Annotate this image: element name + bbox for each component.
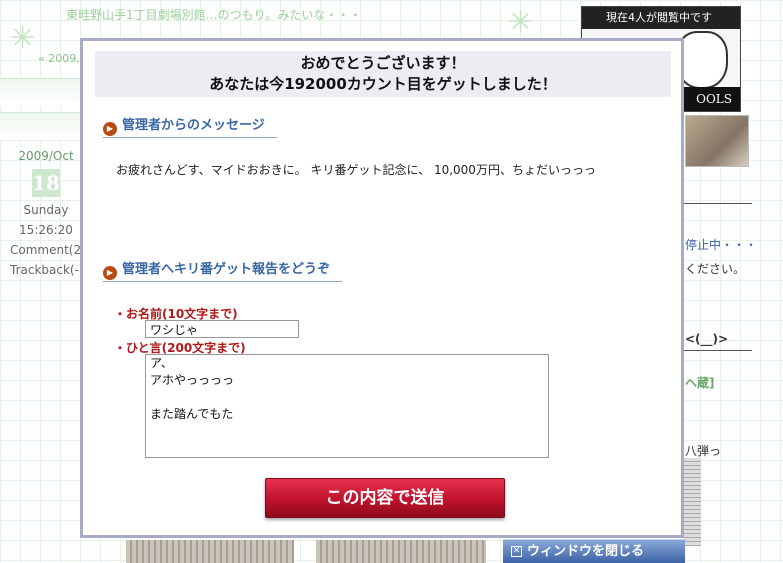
- sidebar-category-link[interactable]: ヘ蔵]: [685, 374, 715, 391]
- sidebar-text: 八弾っ: [685, 444, 722, 458]
- entry-month: 2009/Oct: [18, 149, 74, 163]
- entry-time: 15:26:20: [19, 223, 73, 237]
- close-window-button[interactable]: ✕ ウィンドウを閉じる: [503, 539, 685, 563]
- report-section-heading: ▶ 管理者へキリ番ゲット報告をどうぞ: [103, 260, 343, 282]
- entry-date-box: 2009/Oct 18 Sunday 15:26:20 Comment(2 Tr…: [8, 146, 84, 280]
- sidebar-thumbnail: [683, 458, 701, 546]
- blog-title[interactable]: 東畦野山手1丁目劇場別館…のつもり。みたいな・・・: [66, 6, 361, 23]
- comment-link[interactable]: Comment(2: [8, 240, 84, 260]
- message-section-heading: ▶ 管理者からのメッセージ: [103, 116, 277, 138]
- play-arrow-icon: ▶: [103, 122, 117, 136]
- modal-title-line1: おめでとうございます！: [300, 54, 466, 72]
- close-window-label: ウィンドウを閉じる: [527, 544, 645, 559]
- comment-textarea[interactable]: ア、 アホやっっっっ また踏んでもた: [145, 354, 549, 458]
- thumbnail-image: [316, 540, 486, 563]
- sparkle-icon: ✳: [508, 5, 534, 40]
- modal-title-line2: あなたは今192000カウント目をゲットしました！: [209, 75, 557, 93]
- modal-header: おめでとうございます！ あなたは今192000カウント目をゲットしました！: [95, 51, 671, 97]
- trackback-link[interactable]: Trackback(-: [8, 260, 84, 280]
- message-heading-text: 管理者からのメッセージ: [122, 118, 265, 133]
- viewer-count-text: 現在4人が閲覧中です: [582, 7, 740, 29]
- close-icon: ✕: [511, 546, 522, 557]
- name-input[interactable]: [145, 320, 299, 338]
- sparkle-icon: ✳: [10, 21, 36, 56]
- sidebar-emoticon: <(__)>: [685, 332, 729, 346]
- play-arrow-icon: ▶: [103, 266, 117, 280]
- submit-button[interactable]: この内容で送信: [265, 478, 505, 518]
- entry-weekday: Sunday: [23, 203, 69, 217]
- admin-message: お疲れさんどす、マイドおおきに。 キリ番ゲット記念に、 10,000万円、ちょだ…: [116, 163, 596, 177]
- report-heading-text: 管理者へキリ番ゲット報告をどうぞ: [122, 262, 331, 277]
- kiriban-modal: おめでとうございます！ あなたは今192000カウント目をゲットしました！ ▶ 管…: [80, 38, 684, 538]
- sidebar-photo: [685, 115, 749, 167]
- divider: [682, 203, 752, 204]
- thumbnail-image: [126, 540, 294, 563]
- sidebar-text: ください。: [685, 262, 746, 276]
- sidebar-stop-link[interactable]: 停止中・・・: [685, 236, 757, 253]
- divider: [682, 350, 752, 351]
- entry-day: 18: [32, 169, 60, 197]
